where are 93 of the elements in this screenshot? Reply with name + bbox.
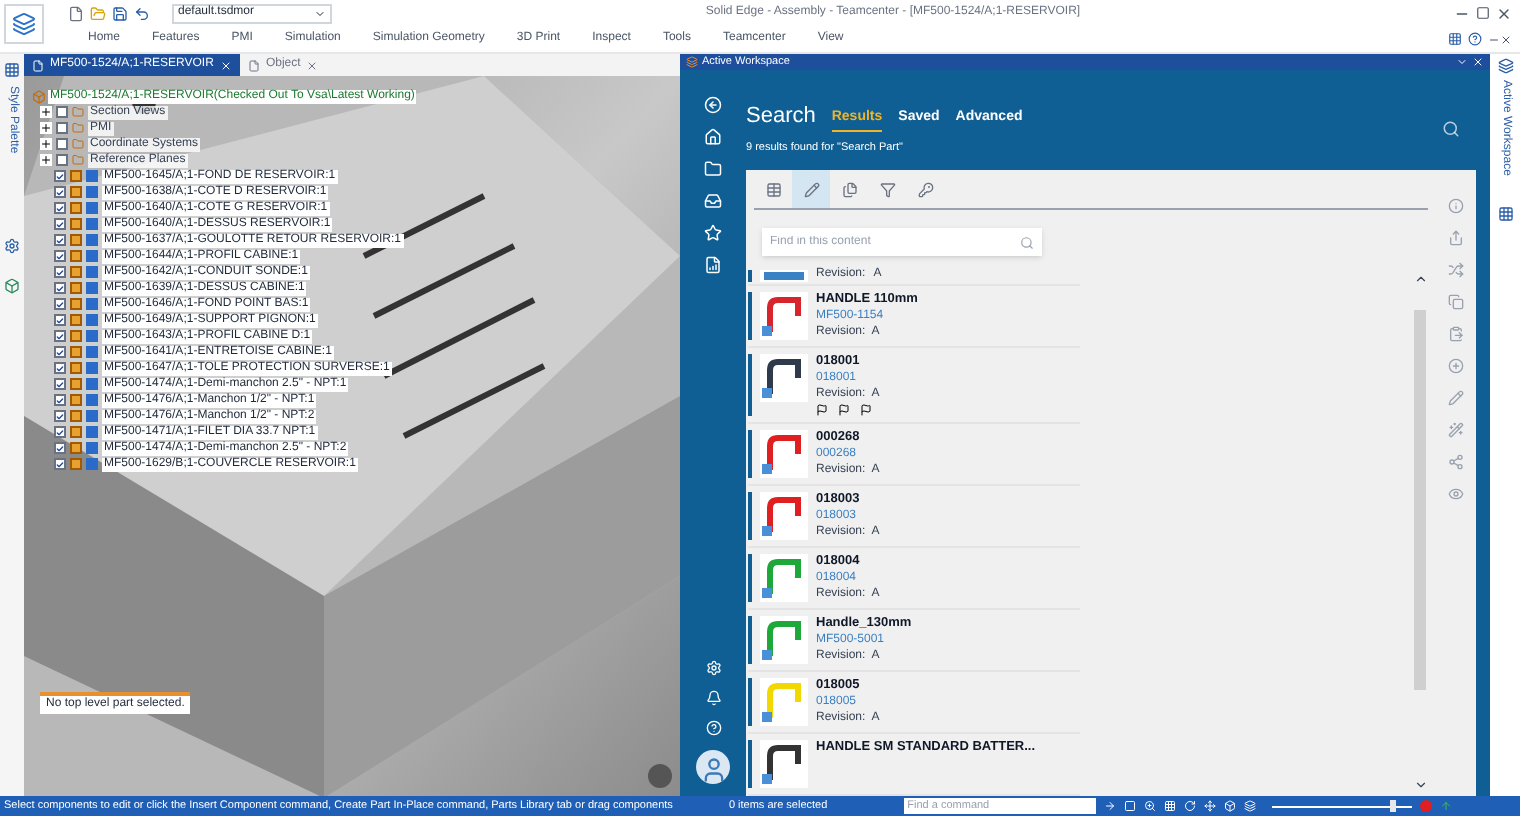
part-thumbnail: [760, 616, 808, 665]
part-thumbnail: [760, 678, 808, 727]
part-thumbnail: [760, 269, 808, 282]
checkbox[interactable]: [54, 426, 66, 438]
help-icon[interactable]: [1468, 32, 1482, 46]
checkbox[interactable]: [54, 394, 66, 406]
caret-icon[interactable]: [314, 7, 326, 19]
checkbox[interactable]: [54, 170, 66, 182]
report-icon[interactable]: [704, 256, 722, 274]
expand-icon[interactable]: [40, 106, 52, 118]
zoom-icon[interactable]: [1143, 800, 1156, 812]
checkbox[interactable]: [54, 250, 66, 262]
save-icon[interactable]: [112, 5, 128, 21]
checkbox[interactable]: [54, 202, 66, 214]
star-icon[interactable]: [704, 224, 722, 242]
folder-icon: [72, 138, 84, 150]
workspace-logo-icon: [686, 56, 698, 68]
part-thumbnail: [760, 492, 808, 541]
avatar-icon[interactable]: [696, 750, 730, 784]
back-icon[interactable]: [704, 96, 722, 114]
close-icon[interactable]: [306, 59, 319, 71]
result-accent-bar: [748, 492, 752, 541]
checkbox[interactable]: [54, 186, 66, 198]
checkbox[interactable]: [54, 410, 66, 422]
menu-icon[interactable]: [1456, 56, 1468, 68]
checkbox[interactable]: [56, 154, 68, 166]
folder-icon: [72, 122, 84, 134]
window-icon[interactable]: [1123, 800, 1136, 812]
close-icon[interactable]: [1500, 33, 1512, 45]
result-accent-bar: [748, 292, 752, 341]
expand-icon[interactable]: [40, 138, 52, 150]
document-icon: [247, 59, 260, 71]
edit-tab-icon[interactable]: [792, 170, 830, 209]
result-accent-bar: [748, 740, 752, 789]
home-icon[interactable]: [704, 128, 722, 146]
part-thumbnail: [760, 740, 808, 789]
scroll-up-icon[interactable]: [1413, 272, 1427, 287]
search-heading: Search: [746, 101, 816, 131]
fit-icon[interactable]: [1163, 800, 1176, 812]
part-thumbnail: [760, 292, 808, 341]
layout-icon[interactable]: [1448, 32, 1462, 46]
result-accent-bar: [748, 430, 752, 479]
checkbox[interactable]: [54, 362, 66, 374]
checkbox[interactable]: [54, 282, 66, 294]
checkbox[interactable]: [54, 266, 66, 278]
new-file-icon[interactable]: [68, 5, 84, 21]
checkbox[interactable]: [54, 442, 66, 454]
checkbox[interactable]: [56, 106, 68, 118]
arrow-icon[interactable]: [1103, 800, 1116, 812]
result-accent-bar: [748, 354, 752, 417]
zoom-slider[interactable]: [1271, 800, 1412, 812]
close-icon[interactable]: [1496, 5, 1512, 21]
app-logo-icon[interactable]: [4, 4, 44, 44]
checkbox[interactable]: [54, 330, 66, 342]
part-thumbnail: [760, 354, 808, 403]
checkbox[interactable]: [56, 122, 68, 134]
checkbox[interactable]: [54, 298, 66, 310]
checkbox[interactable]: [54, 346, 66, 358]
checkbox[interactable]: [54, 378, 66, 390]
document-icon: [32, 59, 44, 71]
folder-icon[interactable]: [704, 160, 722, 178]
scrollbar-thumb[interactable]: [1414, 310, 1426, 691]
bell-icon[interactable]: [705, 690, 721, 706]
part-icon[interactable]: [4, 277, 20, 294]
checkbox[interactable]: [54, 314, 66, 326]
part-thumbnail: [760, 554, 808, 603]
palette-icon[interactable]: [4, 62, 20, 78]
move-icon[interactable]: [1203, 800, 1216, 812]
part-thumbnail: [760, 430, 808, 479]
restore-icon[interactable]: [1476, 6, 1490, 20]
folder-icon: [72, 106, 84, 118]
result-accent-bar: [748, 554, 752, 603]
checkbox[interactable]: [54, 458, 66, 470]
result-accent-bar: [748, 269, 752, 282]
settings-icon[interactable]: [705, 660, 721, 676]
result-accent-bar: [748, 616, 752, 665]
checkbox[interactable]: [56, 138, 68, 150]
assembly-icon: [32, 89, 46, 103]
box-icon[interactable]: [1223, 800, 1236, 812]
expand-icon[interactable]: [40, 122, 52, 134]
layers-icon[interactable]: [1243, 800, 1256, 812]
gear-icon[interactable]: [4, 237, 20, 254]
workspace-app-icon[interactable]: [1497, 58, 1513, 74]
undo-icon[interactable]: [134, 5, 150, 21]
checkbox[interactable]: [54, 234, 66, 246]
expand-icon[interactable]: [40, 154, 52, 166]
inbox-icon[interactable]: [704, 192, 722, 210]
result-accent-bar: [748, 678, 752, 727]
scroll-down-icon[interactable]: [1413, 778, 1427, 792]
windows-icon[interactable]: [1497, 205, 1513, 222]
rotate-icon[interactable]: [1183, 800, 1196, 812]
checkbox[interactable]: [54, 218, 66, 230]
folder-icon: [72, 154, 84, 166]
